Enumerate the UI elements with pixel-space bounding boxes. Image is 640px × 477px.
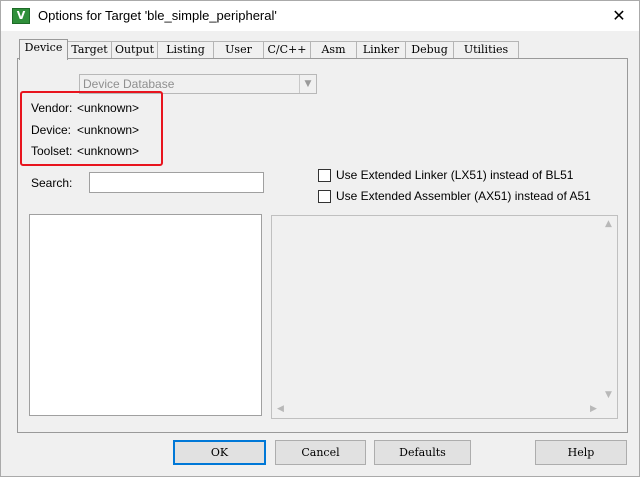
tab-target[interactable]: Target bbox=[67, 41, 112, 59]
scroll-corner bbox=[600, 401, 617, 418]
tab-listing[interactable]: Listing bbox=[157, 41, 214, 59]
tab-device[interactable]: Device bbox=[19, 39, 68, 60]
tab-linker[interactable]: Linker bbox=[356, 41, 406, 59]
vendor-label: Vendor: bbox=[31, 101, 73, 115]
tab-asm[interactable]: Asm bbox=[310, 41, 357, 59]
tab-user[interactable]: User bbox=[213, 41, 264, 59]
toolset-label: Toolset: bbox=[31, 144, 73, 158]
uvision-app-icon: V bbox=[12, 8, 30, 24]
chevron-down-icon: ▼ bbox=[299, 75, 316, 93]
device-tree-list[interactable] bbox=[29, 214, 262, 416]
tab-utilities[interactable]: Utilities bbox=[453, 41, 519, 59]
window-title: Options for Target 'ble_simple_periphera… bbox=[38, 8, 277, 23]
vendor-value: <unknown> bbox=[77, 101, 140, 115]
extended-linker-label[interactable]: Use Extended Linker (LX51) instead of BL… bbox=[336, 168, 573, 182]
tab-output[interactable]: Output bbox=[111, 41, 158, 59]
device-value: <unknown> bbox=[77, 123, 140, 137]
options-dialog: V Options for Target 'ble_simple_periphe… bbox=[0, 0, 640, 477]
extended-assembler-label[interactable]: Use Extended Assembler (AX51) instead of… bbox=[336, 189, 591, 203]
device-label: Device: bbox=[31, 123, 72, 137]
extended-linker-checkbox[interactable] bbox=[318, 169, 331, 182]
tab-c-cpp[interactable]: C/C++ bbox=[263, 41, 311, 59]
search-label: Search: bbox=[31, 176, 73, 190]
search-input[interactable] bbox=[89, 172, 264, 193]
toolset-value: <unknown> bbox=[77, 144, 140, 158]
ok-button[interactable]: OK bbox=[173, 440, 266, 465]
extended-assembler-checkbox[interactable] bbox=[318, 190, 331, 203]
title-bar[interactable]: V Options for Target 'ble_simple_periphe… bbox=[1, 1, 639, 31]
close-icon[interactable]: ✕ bbox=[607, 5, 631, 27]
cancel-button[interactable]: Cancel bbox=[275, 440, 366, 465]
help-button[interactable]: Help bbox=[535, 440, 627, 465]
defaults-button[interactable]: Defaults bbox=[374, 440, 471, 465]
horizontal-scrollbar[interactable]: ◀ ▶ bbox=[272, 401, 602, 418]
device-database-value: Device Database bbox=[83, 77, 175, 91]
scroll-left-icon[interactable]: ◀ bbox=[272, 401, 289, 418]
device-description-box[interactable]: ▲ ▼ ◀ ▶ bbox=[271, 215, 618, 419]
vertical-scrollbar[interactable]: ▲ ▼ bbox=[600, 216, 617, 404]
tab-debug[interactable]: Debug bbox=[405, 41, 454, 59]
scroll-up-icon[interactable]: ▲ bbox=[600, 216, 617, 233]
